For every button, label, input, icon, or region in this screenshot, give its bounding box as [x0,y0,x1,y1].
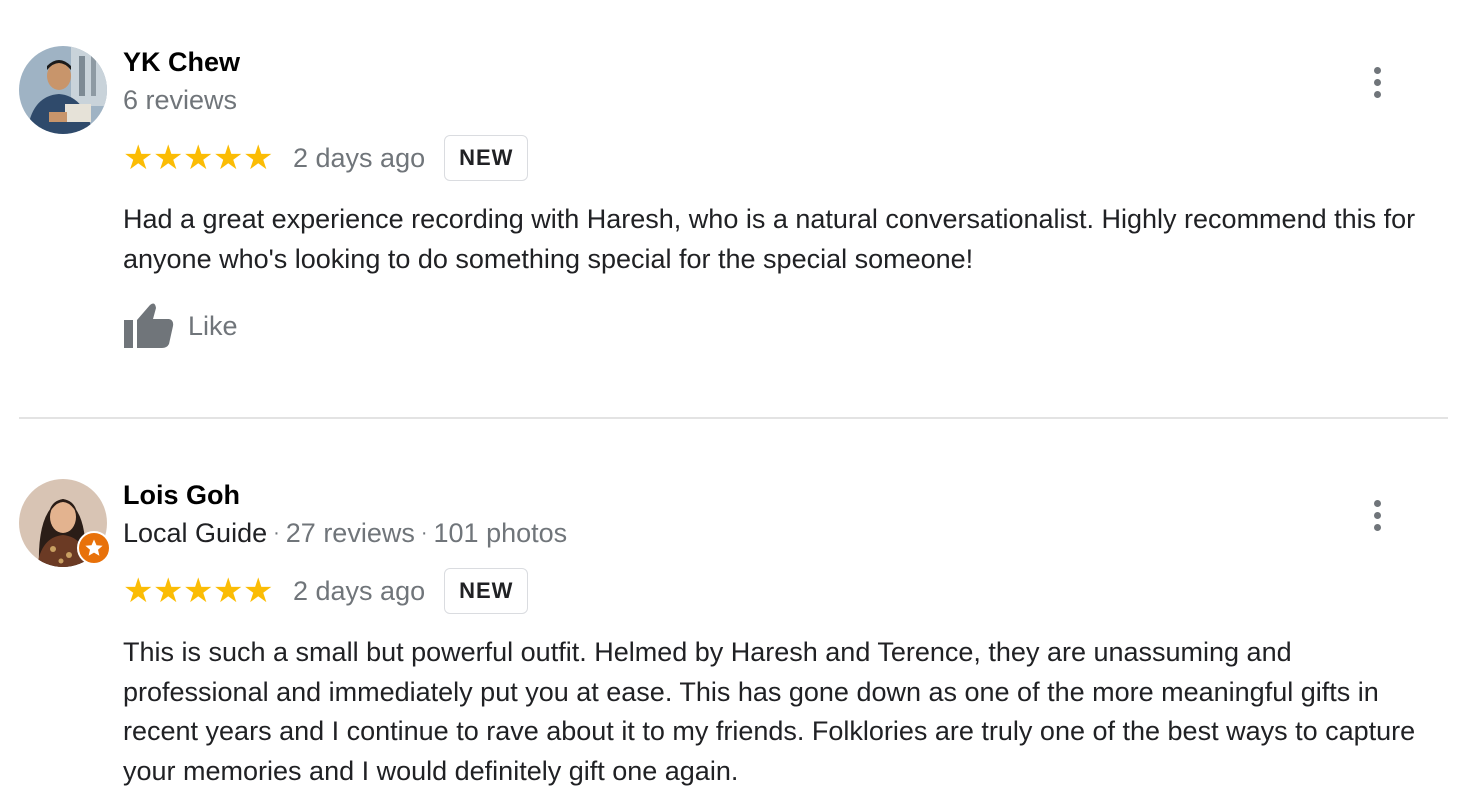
star-rating: ★ ★ ★ ★ ★ [123,141,273,175]
rating-row: ★ ★ ★ ★ ★ 2 days ago NEW [123,135,529,181]
local-guide-label: Local Guide [123,518,268,548]
local-guide-star-icon [77,531,111,565]
more-vert-icon-dot [1373,523,1381,531]
star-icon: ★ [153,571,184,611]
reviewer-name[interactable]: YK Chew [123,47,240,78]
reviewer-name[interactable]: Lois Goh [123,480,240,511]
star-icon: ★ [213,138,244,178]
star-icon: ★ [153,138,184,178]
review-date: 2 days ago [293,575,426,606]
more-vert-icon [1373,66,1381,74]
star-icon: ★ [183,138,214,178]
more-vert-icon-dot [1373,90,1381,98]
more-options-button[interactable] [1362,495,1392,535]
thumb-up-icon [124,303,174,348]
like-button[interactable]: Like [122,302,238,350]
rating-row: ★ ★ ★ ★ ★ 2 days ago NEW [123,568,529,614]
review-text: Had a great experience recording with Ha… [123,204,1416,274]
new-badge: NEW [444,568,529,614]
star-icon: ★ [243,138,274,178]
review-date: 2 days ago [293,142,426,173]
star-icon: ★ [123,138,154,178]
star-icon: ★ [213,571,244,611]
more-vert-icon-dot [1373,511,1381,519]
reviewer-photo-count: 101 photos [433,518,568,548]
reviewer-meta[interactable]: Local Guide · 27 reviews · 101 photos [123,518,567,549]
local-guide-star-glyph [85,539,103,556]
meta-separator: · [420,522,428,544]
review-card: YK Chew 6 reviews ★ ★ ★ ★ ★ 2 days ago N… [0,0,1458,418]
reviewer-avatar[interactable] [19,46,107,134]
reviewer-review-count[interactable]: 6 reviews [123,85,237,116]
avatar-photo [19,46,107,134]
like-label: Like [188,310,238,341]
more-vert-icon-dot [1373,78,1381,86]
meta-separator: · [273,522,280,544]
review-card: Lois Goh Local Guide · 27 reviews · 101 phot… [0,419,1458,812]
new-badge: NEW [444,135,529,181]
more-options-button[interactable] [1362,62,1392,102]
reviewer-review-count: 27 reviews [285,518,415,548]
star-rating: ★ ★ ★ ★ ★ [123,574,273,608]
star-icon: ★ [243,571,274,611]
star-icon: ★ [183,571,214,611]
reviewer-avatar[interactable] [19,479,111,567]
more-vert-icon [1373,499,1381,507]
star-icon: ★ [123,571,154,611]
review-text: This is such a small but powerful outfit… [123,637,1416,786]
